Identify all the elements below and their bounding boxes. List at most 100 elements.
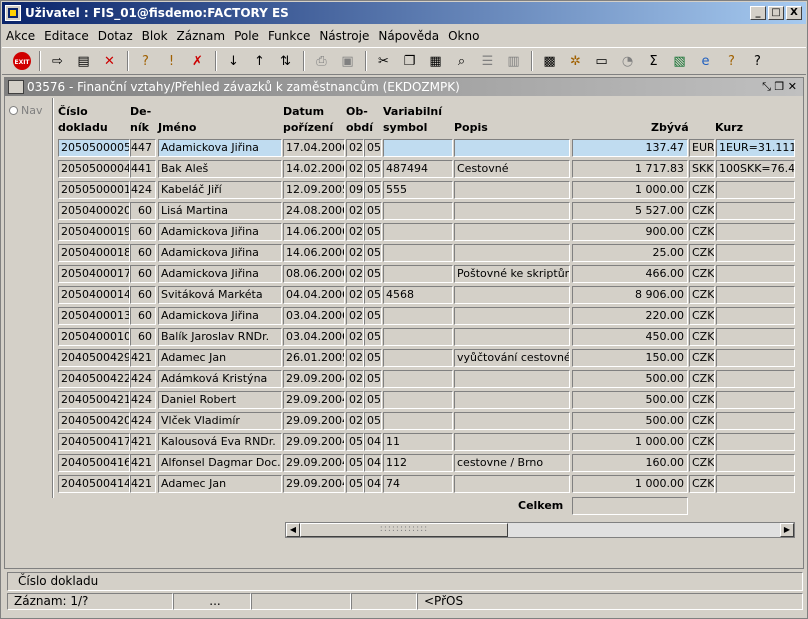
cell-ob2[interactable]: 05: [364, 160, 382, 178]
cell-denik[interactable]: 60: [130, 307, 156, 325]
sort-desc-icon[interactable]: ↑: [248, 50, 271, 72]
cell-ob1[interactable]: 02: [346, 160, 364, 178]
cell-ob1[interactable]: 02: [346, 349, 364, 367]
menu-akce[interactable]: Akce: [6, 29, 35, 43]
cell-kurz[interactable]: [716, 454, 795, 472]
cell-datum[interactable]: 29.09.2004: [283, 454, 345, 472]
cell-popis[interactable]: Cestovné: [454, 160, 570, 178]
menu-blok[interactable]: Blok: [142, 29, 168, 43]
cell-doklad[interactable]: 2040500429: [58, 349, 130, 367]
cell-popis[interactable]: [454, 307, 570, 325]
cell-varsym[interactable]: [383, 223, 453, 241]
cell-mena[interactable]: CZK: [689, 433, 715, 451]
cell-datum[interactable]: 08.06.2006: [283, 265, 345, 283]
scroll-right-icon[interactable]: ▶: [780, 523, 794, 537]
cell-jmeno[interactable]: Daniel Robert: [158, 391, 282, 409]
cell-varsym[interactable]: [383, 139, 453, 157]
menu-okno[interactable]: Okno: [448, 29, 479, 43]
cell-doklad[interactable]: 2040500421: [58, 391, 130, 409]
cell-doklad[interactable]: 2040500422: [58, 370, 130, 388]
cell-mena[interactable]: CZK: [689, 349, 715, 367]
cell-kurz[interactable]: [716, 475, 795, 493]
cell-zbyva[interactable]: 220.00: [572, 307, 688, 325]
cell-varsym[interactable]: 4568: [383, 286, 453, 304]
cell-denik[interactable]: 60: [130, 202, 156, 220]
cell-ob2[interactable]: 05: [364, 349, 382, 367]
cell-popis[interactable]: [454, 223, 570, 241]
cell-ob2[interactable]: 04: [364, 454, 382, 472]
cell-zbyva[interactable]: 500.00: [572, 370, 688, 388]
menu-editace[interactable]: Editace: [44, 29, 89, 43]
cell-doklad[interactable]: 2040500414: [58, 475, 130, 493]
cell-mena[interactable]: CZK: [689, 412, 715, 430]
cell-ob1[interactable]: 02: [346, 370, 364, 388]
cell-doklad[interactable]: 2040500420: [58, 412, 130, 430]
cell-jmeno[interactable]: Adamec Jan: [158, 475, 282, 493]
cell-mena[interactable]: SKK: [689, 160, 715, 178]
cell-kurz[interactable]: 1EUR=31.111CZ: [716, 139, 795, 157]
help-icon[interactable]: ?: [720, 50, 743, 72]
scroll-left-icon[interactable]: ◀: [286, 523, 300, 537]
cell-ob1[interactable]: 02: [346, 139, 364, 157]
cell-popis[interactable]: [454, 244, 570, 262]
cell-zbyva[interactable]: 150.00: [572, 349, 688, 367]
cell-zbyva[interactable]: 8 906.00: [572, 286, 688, 304]
notes-icon[interactable]: ▭: [590, 50, 613, 72]
cell-zbyva[interactable]: 900.00: [572, 223, 688, 241]
cell-kurz[interactable]: 100SKK=76.487: [716, 160, 795, 178]
close-button[interactable]: X: [786, 6, 802, 20]
cell-varsym[interactable]: 555: [383, 181, 453, 199]
cell-denik[interactable]: 60: [130, 265, 156, 283]
cell-doklad[interactable]: 2050400013: [58, 307, 130, 325]
cell-datum[interactable]: 29.09.2004: [283, 391, 345, 409]
cell-popis[interactable]: [454, 475, 570, 493]
cell-denik[interactable]: 424: [130, 370, 156, 388]
cell-denik[interactable]: 421: [130, 349, 156, 367]
cell-popis[interactable]: [454, 391, 570, 409]
cell-popis[interactable]: [454, 286, 570, 304]
cell-varsym[interactable]: [383, 412, 453, 430]
cell-ob1[interactable]: 09: [346, 181, 364, 199]
cell-mena[interactable]: CZK: [689, 328, 715, 346]
cell-varsym[interactable]: 74: [383, 475, 453, 493]
cell-varsym[interactable]: [383, 349, 453, 367]
cell-popis[interactable]: [454, 181, 570, 199]
cell-ob1[interactable]: 05: [346, 475, 364, 493]
cell-doklad[interactable]: 2050400017: [58, 265, 130, 283]
cell-ob1[interactable]: 02: [346, 412, 364, 430]
cell-ob2[interactable]: 04: [364, 475, 382, 493]
cell-kurz[interactable]: [716, 328, 795, 346]
cell-jmeno[interactable]: Balík Jaroslav RNDr.: [158, 328, 282, 346]
cell-varsym[interactable]: [383, 244, 453, 262]
query-icon[interactable]: ?: [134, 50, 157, 72]
cell-popis[interactable]: [454, 412, 570, 430]
cell-datum[interactable]: 26.01.2005: [283, 349, 345, 367]
import-icon[interactable]: ⇨: [46, 50, 69, 72]
cell-ob2[interactable]: 05: [364, 307, 382, 325]
menu-nastroje[interactable]: Nástroje: [319, 29, 369, 43]
cell-ob2[interactable]: 05: [364, 328, 382, 346]
cell-denik[interactable]: 421: [130, 454, 156, 472]
cell-varsym[interactable]: [383, 265, 453, 283]
cell-datum[interactable]: 14.06.2006: [283, 244, 345, 262]
cell-kurz[interactable]: [716, 265, 795, 283]
cell-denik[interactable]: 424: [130, 391, 156, 409]
cell-kurz[interactable]: [716, 370, 795, 388]
cell-mena[interactable]: CZK: [689, 370, 715, 388]
cell-jmeno[interactable]: Adamickova Jiřina: [158, 265, 282, 283]
cell-datum[interactable]: 03.04.2006: [283, 307, 345, 325]
cell-mena[interactable]: CZK: [689, 202, 715, 220]
cell-zbyva[interactable]: 160.00: [572, 454, 688, 472]
cell-mena[interactable]: CZK: [689, 286, 715, 304]
cell-doklad[interactable]: 2050400020: [58, 202, 130, 220]
exit-icon[interactable]: EXIT: [10, 50, 33, 72]
cell-popis[interactable]: [454, 328, 570, 346]
cell-kurz[interactable]: [716, 349, 795, 367]
copy-icon[interactable]: ❐: [398, 50, 421, 72]
cell-datum[interactable]: 24.08.2006: [283, 202, 345, 220]
paste-icon[interactable]: ▦: [424, 50, 447, 72]
cell-ob2[interactable]: 04: [364, 433, 382, 451]
cell-varsym[interactable]: [383, 391, 453, 409]
cell-jmeno[interactable]: Alfonsel Dagmar Doc.: [158, 454, 282, 472]
cell-kurz[interactable]: [716, 181, 795, 199]
